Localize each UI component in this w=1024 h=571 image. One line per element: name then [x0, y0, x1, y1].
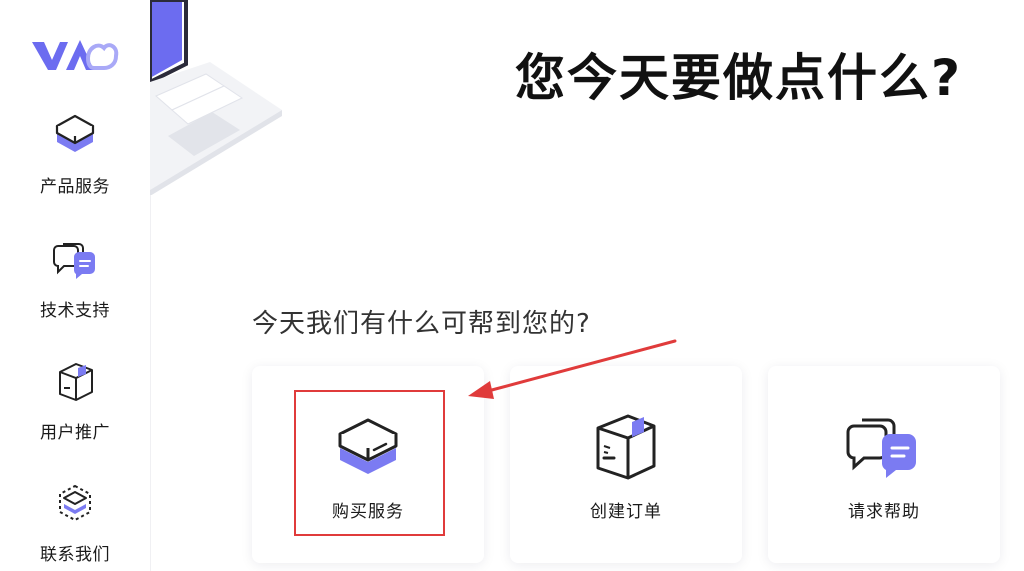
sidebar-item-label: 技术支持: [40, 301, 110, 321]
sidebar-item-contact[interactable]: 联系我们: [0, 480, 150, 571]
card-label: 创建订单: [590, 502, 662, 522]
card-label: 请求帮助: [848, 502, 920, 522]
sidebar-item-label: 用户推广: [40, 423, 110, 443]
brand-logo[interactable]: [30, 28, 120, 76]
server-box-icon: [55, 114, 95, 152]
sidebar-item-promotion[interactable]: 用户推广: [0, 358, 150, 458]
laptop-illustration: [150, 0, 282, 195]
page-title: 您今天要做点什么?: [514, 49, 962, 107]
chat-bubbles-icon: [53, 243, 95, 279]
layers-icon: [59, 484, 91, 522]
sidebar-item-products[interactable]: 产品服务: [0, 112, 150, 212]
sidebar-item-label: 产品服务: [40, 177, 110, 197]
sidebar-item-support[interactable]: 技术支持: [0, 236, 150, 336]
page: 产品服务 技术支持 用户推广 联系我们 您今天要做点什么? 今天我们有什么可帮到…: [0, 0, 1024, 571]
card-request-help[interactable]: 请求帮助: [768, 366, 1000, 563]
chat-bubbles-icon: [846, 418, 916, 478]
package-box-icon: [59, 363, 93, 401]
annotation-arrow: [468, 339, 677, 399]
sidebar: 产品服务 技术支持 用户推广 联系我们: [0, 0, 151, 571]
sidebar-item-label: 联系我们: [40, 545, 110, 565]
highlight-box: [294, 390, 445, 536]
package-box-icon: [596, 414, 656, 480]
main-content: 您今天要做点什么? 今天我们有什么可帮到您的? 购买服务 创建订单 请求帮助: [150, 0, 1024, 571]
